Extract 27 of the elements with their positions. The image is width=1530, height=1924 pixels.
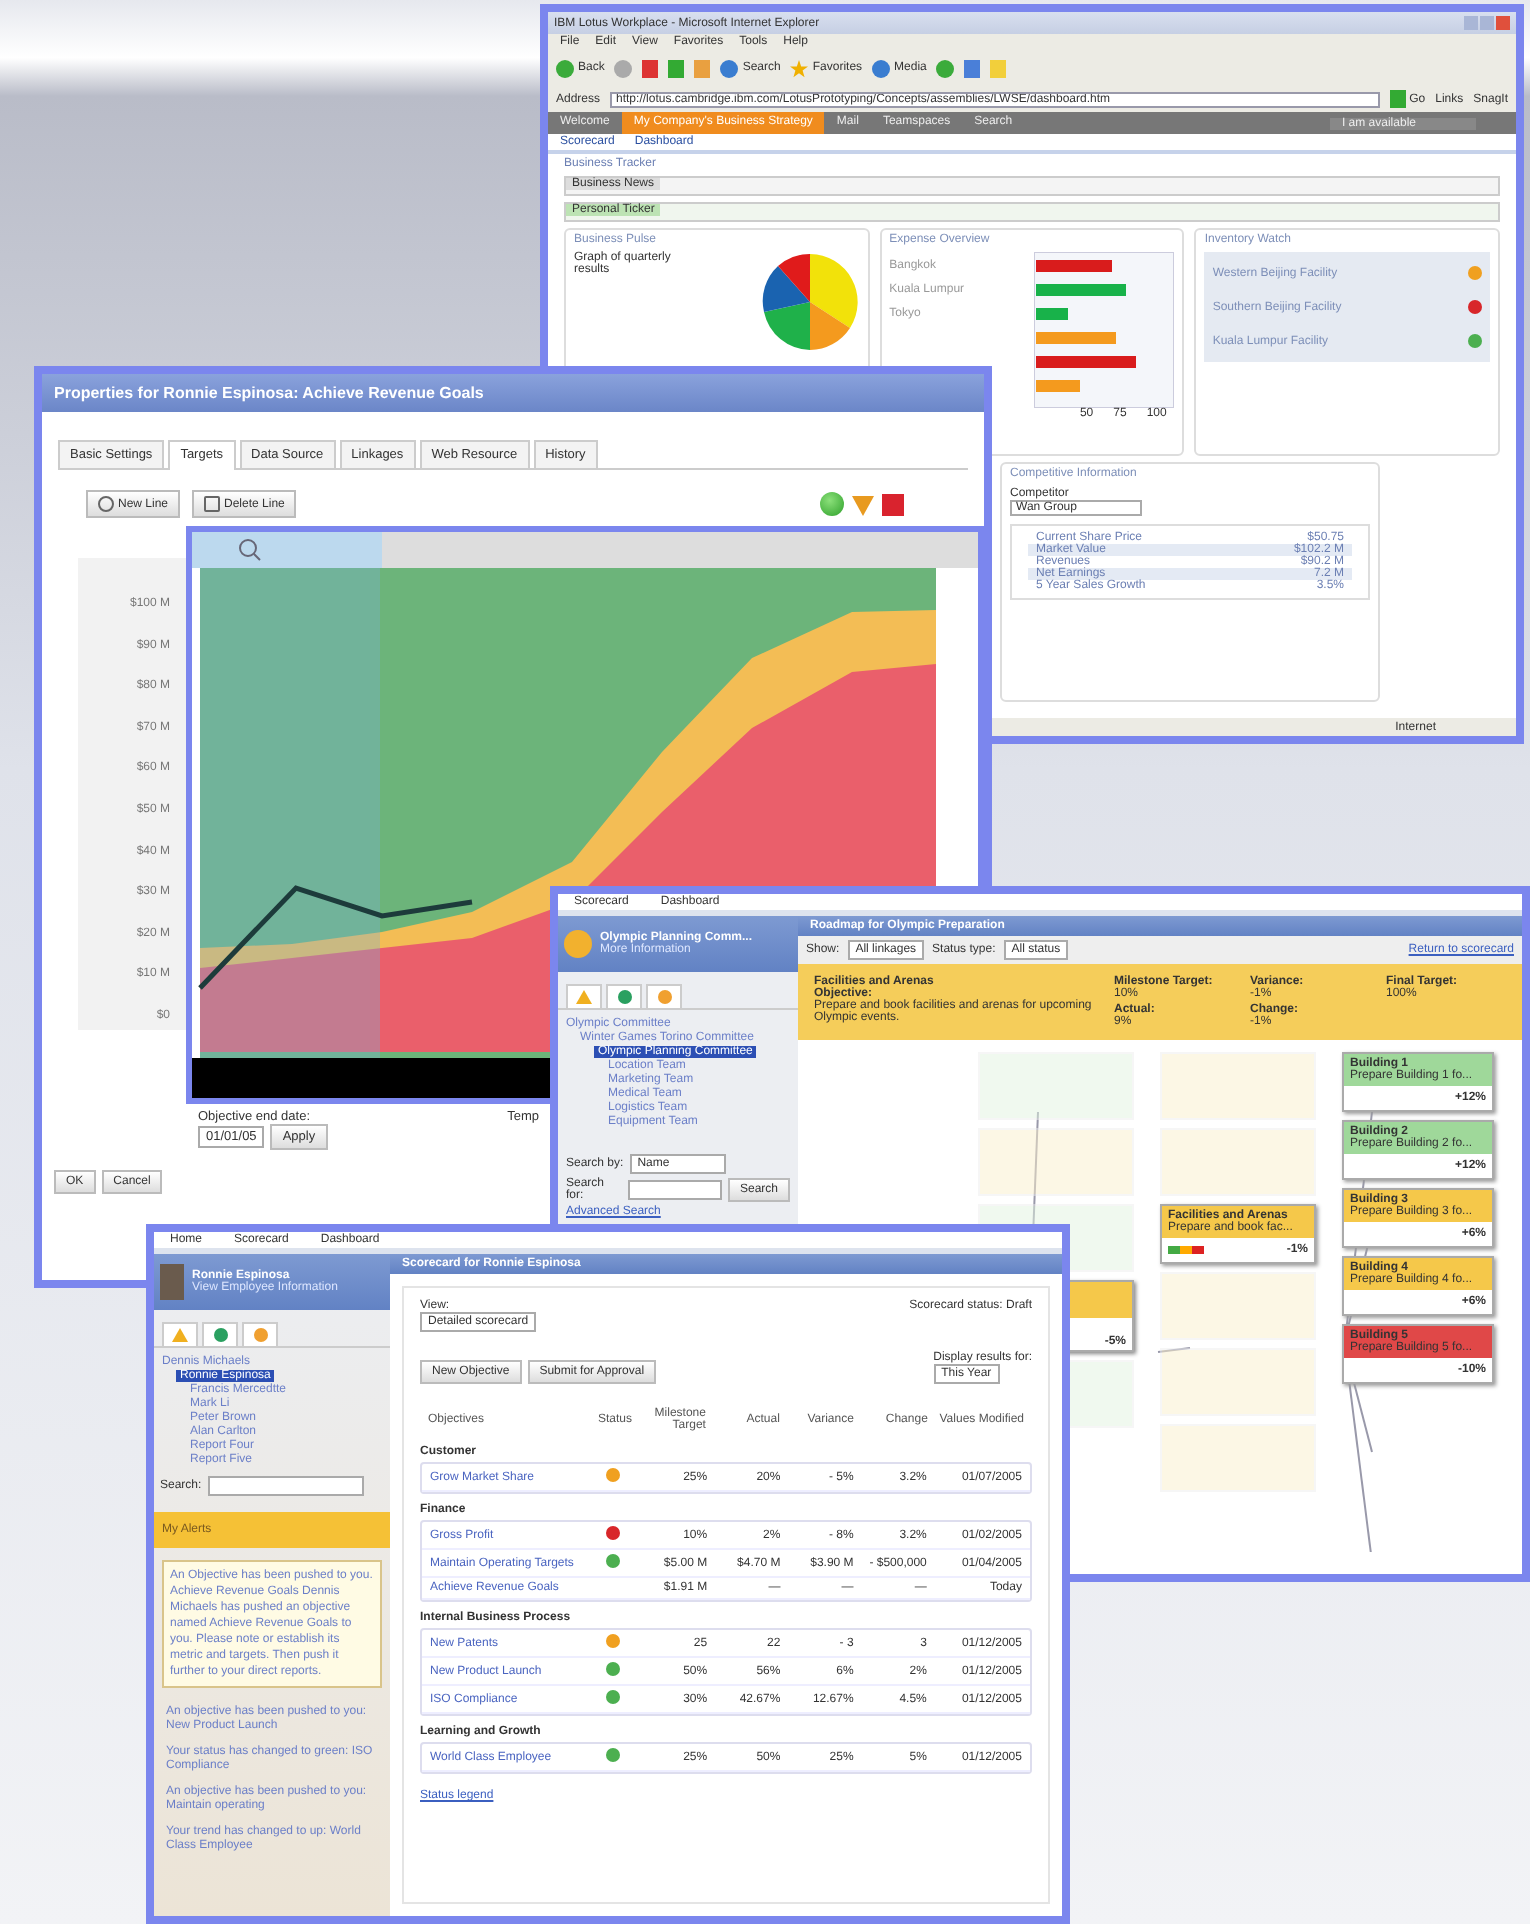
star-icon [790, 59, 809, 77]
search-field[interactable] [207, 1476, 364, 1496]
close-icon[interactable] [1496, 16, 1510, 30]
faded-node[interactable] [978, 1052, 1134, 1120]
info-tab-icon[interactable] [202, 1322, 238, 1346]
triangle-icon[interactable] [850, 491, 876, 517]
faded-node[interactable] [1160, 1052, 1316, 1120]
info-tab-icon[interactable] [606, 984, 642, 1008]
faded-node[interactable] [1160, 1128, 1316, 1196]
alert-tab-icon[interactable] [566, 984, 602, 1008]
people-tab-icon[interactable] [646, 984, 682, 1008]
pie-chart-drawing [759, 252, 860, 352]
maximize-icon[interactable] [1480, 16, 1494, 30]
square-icon[interactable] [882, 493, 904, 515]
zoom-icon[interactable] [239, 539, 261, 561]
avatar-placeholder [160, 1264, 184, 1300]
faded-node[interactable] [1160, 1424, 1316, 1492]
search-field[interactable] [628, 1180, 722, 1200]
status-dots-icon [1168, 1246, 1204, 1254]
people-tab-icon[interactable] [242, 1322, 278, 1346]
dialog-title: Properties for Ronnie Espinosa: Achieve Revenue Goals [42, 374, 984, 412]
circle-icon[interactable] [820, 492, 844, 516]
faded-node[interactable] [1160, 1348, 1316, 1416]
faded-node[interactable] [978, 1128, 1134, 1196]
minimize-icon[interactable] [1464, 16, 1478, 30]
alert-tab-icon[interactable] [162, 1322, 198, 1346]
faded-node[interactable] [1160, 1272, 1316, 1340]
